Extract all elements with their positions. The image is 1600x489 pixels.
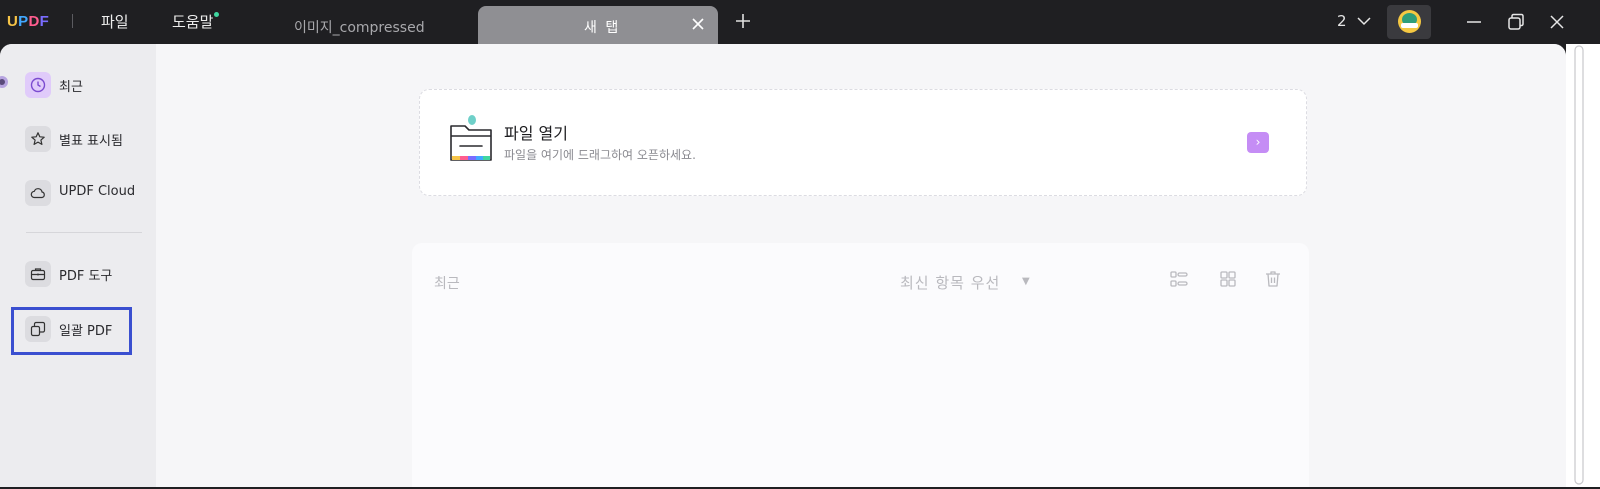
main-content: 파일 열기 파일을 여기에 드래그하여 오픈하세요. › 최근 최신 항목 우선…	[156, 44, 1566, 487]
title-bar: UPDF 파일 도움말 이미지_compressed 새 탭 2	[0, 0, 1600, 44]
updf-logo[interactable]: UPDF	[7, 13, 49, 30]
chevron-down-icon	[1357, 12, 1371, 30]
open-file-title: 파일 열기	[504, 124, 568, 143]
tab-document-label: 이미지_compressed	[294, 20, 425, 36]
open-file-card[interactable]: 파일 열기 파일을 여기에 드래그하여 오픈하세요. ›	[419, 89, 1307, 196]
panel-handle[interactable]	[0, 76, 8, 88]
recent-section-title: 최근	[434, 276, 460, 292]
plus-icon	[736, 14, 750, 28]
sidebar-item-pdf-tools[interactable]: PDF 도구	[14, 253, 134, 293]
avatar-detail	[1401, 23, 1418, 28]
menu-help[interactable]: 도움말	[172, 11, 220, 32]
sidebar-item-label: 별표 표시됨	[59, 134, 123, 149]
folder-icon	[448, 114, 494, 166]
sidebar-item-label: UPDF Cloud	[59, 184, 136, 199]
sidebar-item-recent[interactable]: 최근	[14, 64, 134, 104]
account-button[interactable]	[1387, 5, 1431, 39]
close-tab-icon[interactable]	[690, 16, 706, 32]
sidebar: 최근 별표 표시됨 UPDF Cloud PDF 도구 일괄 PDF	[0, 44, 156, 487]
tab-new[interactable]: 새 탭	[478, 6, 718, 44]
grid-view-icon[interactable]	[1218, 269, 1238, 289]
sort-dropdown[interactable]: 최신 항목 우선	[900, 272, 1000, 293]
avatar	[1398, 10, 1421, 33]
logo-letter-f: F	[39, 13, 50, 30]
minimize-icon[interactable]	[1462, 10, 1486, 34]
logo-letter-p: P	[18, 13, 29, 30]
briefcase-icon	[25, 261, 51, 287]
sidebar-item-starred[interactable]: 별표 표시됨	[14, 118, 134, 158]
tab-new-label: 새 탭	[584, 20, 621, 36]
logo-separator	[72, 14, 73, 28]
menu-help-label: 도움말	[172, 13, 214, 31]
open-file-subtitle: 파일을 여기에 드래그하여 오픈하세요.	[504, 148, 696, 162]
star-icon	[25, 126, 51, 152]
scrollbar-thumb[interactable]	[1574, 45, 1584, 485]
recent-files-panel: 최근 최신 항목 우선 ▼	[412, 243, 1309, 487]
close-window-icon[interactable]	[1545, 10, 1569, 34]
cloud-icon	[25, 180, 51, 206]
logo-letter-u: U	[7, 13, 19, 30]
restore-icon[interactable]	[1504, 10, 1528, 34]
window-count-dropdown[interactable]: 2	[1337, 12, 1371, 30]
selection-highlight	[11, 307, 132, 355]
app-window: 최근 별표 표시됨 UPDF Cloud PDF 도구 일괄 PDF 파일 열기…	[0, 44, 1566, 487]
sidebar-item-label: 최근	[59, 80, 83, 95]
sidebar-divider	[26, 232, 142, 233]
clock-icon	[25, 72, 51, 98]
window-count-value: 2	[1337, 12, 1347, 30]
sidebar-item-cloud[interactable]: UPDF Cloud	[14, 172, 136, 212]
caret-down-icon[interactable]: ▼	[1022, 276, 1030, 287]
trash-icon[interactable]	[1263, 269, 1283, 289]
notification-dot	[214, 12, 220, 17]
logo-letter-d: D	[28, 13, 40, 30]
menu-file[interactable]: 파일	[101, 11, 129, 32]
new-tab-button[interactable]	[732, 10, 754, 32]
sidebar-item-label: PDF 도구	[59, 269, 113, 284]
list-view-icon[interactable]	[1169, 269, 1189, 289]
open-file-arrow-button[interactable]: ›	[1247, 132, 1269, 153]
tab-document[interactable]: 이미지_compressed	[240, 6, 475, 44]
